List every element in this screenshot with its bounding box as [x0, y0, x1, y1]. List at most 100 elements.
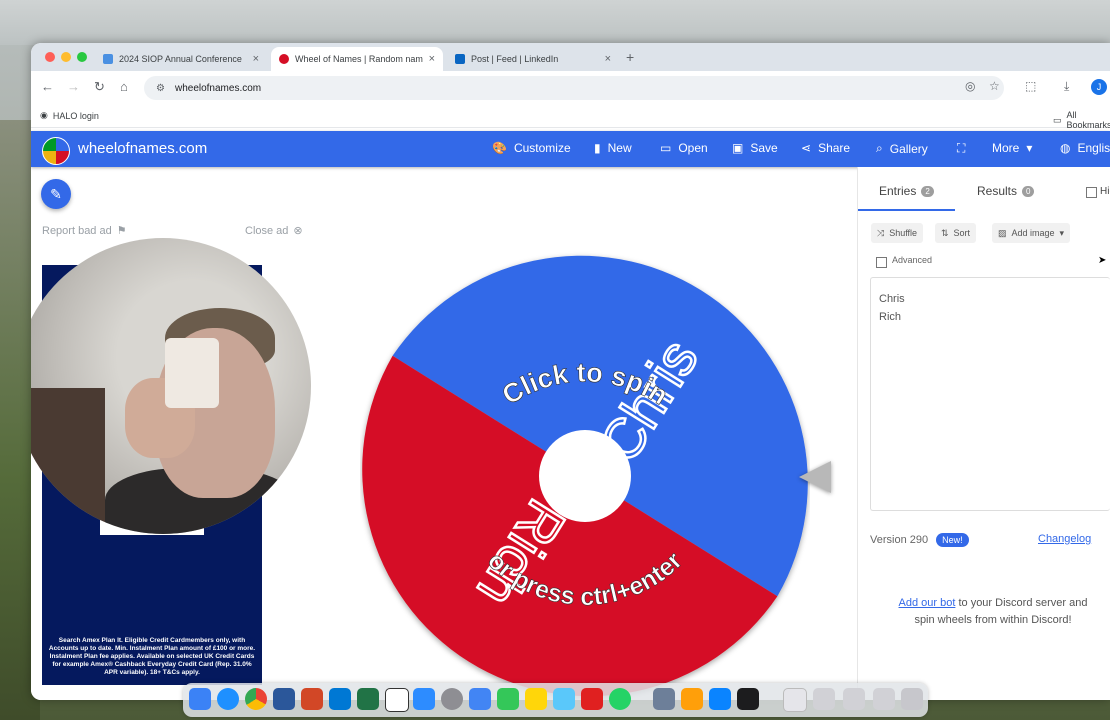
notion-icon[interactable]	[385, 688, 409, 712]
sort-button[interactable]: ⇅ Sort	[935, 223, 977, 243]
edit-wheel-button[interactable]: ✎	[41, 179, 71, 209]
changelog-link[interactable]: Changelog	[1038, 533, 1091, 545]
folder-icon: ▭	[1053, 114, 1062, 125]
fullscreen-button[interactable]: ⛶	[957, 141, 965, 156]
sort-icon: ⇅	[941, 227, 949, 238]
slack-icon[interactable]	[681, 688, 703, 710]
file-icon: ▮	[594, 141, 601, 155]
globe-icon: ◍	[1060, 141, 1071, 155]
safari-icon[interactable]	[217, 688, 239, 710]
hide-checkbox[interactable]	[1086, 187, 1097, 198]
palette-icon: 🎨	[492, 141, 507, 155]
wheel-svg[interactable]: Chris Rich Click to spin or press ctrl+e…	[360, 251, 810, 700]
close-tab-icon[interactable]: ×	[429, 53, 435, 65]
tab-results[interactable]: Results 0	[977, 184, 1035, 198]
shuffle-button[interactable]: ⤨ Shuffle	[871, 223, 924, 243]
close-tab-icon[interactable]: ×	[605, 53, 611, 65]
window-icon[interactable]	[843, 688, 865, 710]
wheel-logo-icon[interactable]	[42, 137, 70, 165]
more-button[interactable]: More ▾	[992, 141, 1032, 155]
window-icon[interactable]	[813, 688, 835, 710]
desktop-wallpaper-sky	[0, 0, 1110, 45]
siop-favicon-icon	[103, 54, 113, 64]
bookmark-star-icon[interactable]: ☆	[989, 79, 1000, 93]
advanced-checkbox[interactable]	[876, 257, 887, 268]
tab-entries[interactable]: Entries 2	[879, 184, 934, 198]
new-button[interactable]: ▮ New	[594, 141, 632, 155]
spin-wheel[interactable]: Chris Rich Click to spin or press ctrl+e…	[360, 251, 810, 700]
chrome-icon[interactable]	[245, 688, 267, 710]
excel-icon[interactable]	[357, 688, 379, 710]
facetime-icon[interactable]	[497, 688, 519, 710]
back-icon[interactable]: ←	[41, 79, 54, 94]
zoom-icon[interactable]	[413, 688, 435, 710]
maximize-window-button[interactable]	[77, 52, 87, 62]
tab-wheel-of-names[interactable]: Wheel of Names | Random name picker ×	[271, 47, 443, 71]
powerpoint-icon[interactable]	[301, 688, 323, 710]
open-button[interactable]: ▭ Open	[660, 141, 708, 155]
macos-dock	[183, 683, 928, 717]
minimize-window-button[interactable]	[61, 52, 71, 62]
new-badge: New!	[936, 533, 969, 547]
site-settings-icon[interactable]: ⚙	[156, 83, 165, 94]
tab-title: Post | Feed | LinkedIn	[471, 54, 559, 64]
forward-icon[interactable]: →	[67, 79, 80, 94]
eye-off-icon[interactable]: ◎	[965, 79, 975, 93]
save-button[interactable]: ▣ Save	[732, 141, 778, 155]
document-icon[interactable]	[783, 688, 807, 712]
linkedin-favicon-icon	[455, 54, 465, 64]
add-image-button[interactable]: ▨ Add image ▾	[992, 223, 1071, 243]
chevron-down-icon: ▾	[1059, 227, 1065, 238]
tab-linkedin[interactable]: Post | Feed | LinkedIn ×	[447, 47, 619, 71]
wheel-center-hub[interactable]	[539, 430, 631, 522]
add-our-bot-link[interactable]: Add our bot	[899, 597, 956, 609]
trash-icon[interactable]	[901, 688, 923, 710]
reload-icon[interactable]: ↻	[94, 79, 105, 95]
home-icon[interactable]: ⌂	[120, 79, 128, 94]
address-bar[interactable]: ⚙ wheelofnames.com	[144, 76, 1004, 100]
bookmark-label: HALO login	[52, 110, 99, 121]
globe-icon: ◉	[40, 110, 48, 120]
new-tab-icon[interactable]: +	[626, 49, 634, 65]
close-circle-icon: ⊗	[293, 225, 303, 237]
fullscreen-icon: ⛶	[957, 141, 966, 155]
bookmark-halo-login[interactable]: ◉ HALO login	[40, 110, 99, 121]
close-tab-icon[interactable]: ×	[253, 53, 259, 65]
outlook-icon[interactable]	[329, 688, 351, 710]
preview-icon[interactable]	[553, 688, 575, 710]
entries-textarea[interactable]: Chris Rich	[870, 277, 1110, 511]
hide-label: Hide	[1100, 186, 1110, 197]
window-icon[interactable]	[873, 688, 895, 710]
bookmarks-bar: ◉ HALO login ▭ All Bookmarks	[31, 105, 1110, 130]
language-button[interactable]: ◍ English	[1060, 141, 1110, 155]
entries-count-badge: 2	[921, 185, 934, 197]
mail-icon[interactable]	[653, 688, 675, 710]
tab-siop[interactable]: 2024 SIOP Annual Conference ×	[95, 47, 267, 71]
version-info: Version 290 New!	[870, 533, 969, 547]
system-settings-icon[interactable]	[441, 688, 463, 710]
customize-button[interactable]: 🎨 Customize	[492, 141, 571, 155]
report-ad-link[interactable]: Report bad ad ⚑	[42, 224, 127, 238]
tab-title: 2024 SIOP Annual Conference	[119, 54, 242, 64]
browser-toolbar: ← → ↻ ⌂ ⚙ wheelofnames.com ◎ ☆ ⬚ ⤓ J	[31, 71, 1110, 105]
close-ad-link[interactable]: Close ad ⊗	[245, 224, 303, 238]
image-icon: ▨	[998, 227, 1007, 238]
site-brand[interactable]: wheelofnames.com	[78, 140, 207, 157]
download-icon[interactable]: ⤓	[1064, 79, 1069, 94]
bluetooth-icon[interactable]	[709, 688, 731, 710]
profile-avatar[interactable]: J	[1091, 79, 1107, 95]
finder-icon[interactable]	[189, 688, 211, 710]
share-button[interactable]: ⋖ Share	[801, 141, 850, 155]
close-window-button[interactable]	[45, 52, 55, 62]
wheel-favicon-icon	[279, 54, 289, 64]
google-docs-icon[interactable]	[469, 688, 491, 710]
word-icon[interactable]	[273, 688, 295, 710]
acrobat-icon[interactable]	[581, 688, 603, 710]
quicktime-icon[interactable]	[737, 688, 759, 710]
webcam-overlay	[31, 238, 311, 534]
notes-icon[interactable]	[525, 688, 547, 710]
gallery-button[interactable]: ⌕ Gallery	[876, 141, 928, 156]
extensions-icon[interactable]: ⬚	[1025, 79, 1036, 93]
whatsapp-icon[interactable]	[609, 688, 631, 710]
all-bookmarks[interactable]: ▭ All Bookmarks	[1053, 110, 1110, 130]
